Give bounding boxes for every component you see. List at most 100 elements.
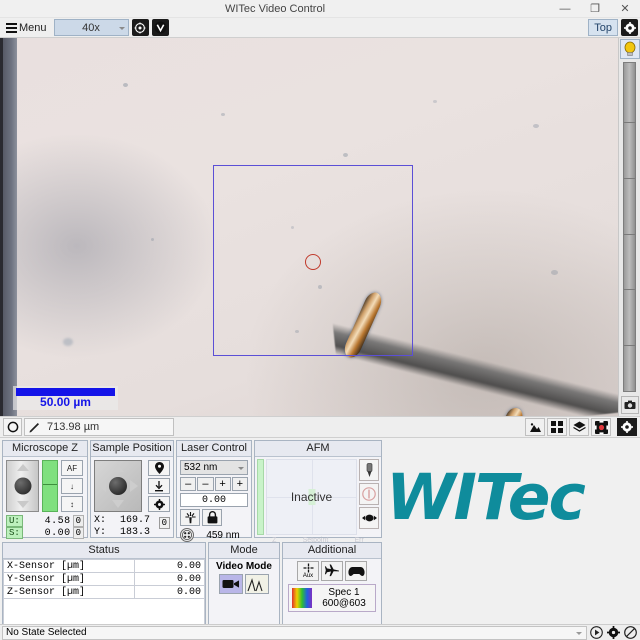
- menu-button[interactable]: Menu: [2, 19, 51, 36]
- close-button[interactable]: ✕: [610, 0, 640, 18]
- table-row: Z-Sensor [µm] 0.00: [3, 585, 205, 599]
- z-row-value[interactable]: 0.00: [25, 528, 71, 539]
- z-down-arrow-icon[interactable]: [16, 501, 29, 508]
- z-row-zero-button[interactable]: 0: [72, 527, 84, 539]
- camera-icon[interactable]: [620, 396, 639, 414]
- distance-value: 713.98 µm: [47, 421, 100, 433]
- top-view-button[interactable]: Top: [588, 19, 618, 36]
- maximize-button[interactable]: ❐: [580, 0, 610, 18]
- brightness-slider[interactable]: [623, 62, 636, 392]
- gear-icon[interactable]: [606, 626, 621, 640]
- status-empty-area: [3, 599, 205, 627]
- laser-increase-fine-button[interactable]: +: [214, 477, 231, 491]
- panel-title: Status: [3, 543, 205, 559]
- video-camera-icon[interactable]: [219, 574, 243, 594]
- spectrum-icon[interactable]: [245, 574, 269, 594]
- video-speck: [433, 100, 437, 103]
- xy-joystick-knob[interactable]: [109, 477, 127, 495]
- grid-icon[interactable]: [547, 418, 567, 436]
- play-icon[interactable]: [589, 626, 604, 640]
- video-area: 50.00 µm: [0, 38, 640, 416]
- move-button[interactable]: [359, 507, 379, 529]
- witec-logo: WITec: [386, 462, 586, 534]
- sample-button-group: [148, 460, 170, 512]
- scale-bar: 50.00 µm: [13, 386, 118, 410]
- afm-state-display[interactable]: Inactive: [266, 459, 357, 535]
- layers-icon[interactable]: [569, 418, 589, 436]
- distance-readout[interactable]: 713.98 µm: [24, 418, 174, 436]
- objective-selector[interactable]: 40x: [53, 19, 129, 36]
- xy-zero-button[interactable]: 0: [158, 517, 170, 529]
- xy-controls-row: [94, 460, 170, 512]
- minimize-button[interactable]: —: [550, 0, 580, 18]
- auto-focus-button[interactable]: AF: [61, 460, 83, 476]
- panel-status: Status X-Sensor [µm] 0.00 Y-Sensor [µm] …: [2, 542, 206, 627]
- z-joystick[interactable]: [6, 460, 39, 512]
- marker-button[interactable]: [148, 460, 170, 476]
- panel-body: 532 nm – – + + 0.00 459 nm: [177, 457, 251, 545]
- image-icon[interactable]: [525, 418, 545, 436]
- approach-button[interactable]: [148, 478, 170, 494]
- aux-label: Aux: [302, 573, 314, 579]
- xy-left-arrow-icon[interactable]: [98, 480, 106, 492]
- lamp-icon[interactable]: [619, 39, 640, 59]
- tip-button[interactable]: [359, 459, 379, 481]
- spot-icon[interactable]: [180, 528, 194, 542]
- z-row-value[interactable]: 4.58: [25, 516, 71, 527]
- spec-name: Spec 1: [328, 587, 360, 598]
- move-down-button[interactable]: ↓: [61, 478, 83, 494]
- spec-detail: 600@603: [322, 598, 366, 609]
- chevron-down-icon: [118, 26, 125, 30]
- status-value: 0.00: [134, 559, 205, 573]
- status-label: Y-Sensor [µm]: [3, 572, 135, 586]
- xy-joystick[interactable]: [94, 460, 142, 512]
- z-controls-row: AF ↓ ↕: [6, 460, 84, 512]
- state-selector[interactable]: No State Selected: [2, 625, 587, 640]
- lock-icon[interactable]: [202, 509, 222, 526]
- laser-increase-coarse-button[interactable]: +: [231, 477, 248, 491]
- bottom-status-bar: No State Selected: [0, 624, 640, 640]
- range-button[interactable]: ↕: [61, 496, 83, 512]
- microscope-video-feed[interactable]: 50.00 µm: [0, 38, 618, 416]
- z-up-arrow-icon[interactable]: [16, 464, 29, 471]
- circle-shape-icon[interactable]: [3, 418, 22, 436]
- laser-decrease-fine-button[interactable]: –: [197, 477, 214, 491]
- z-values: U: 4.58 0 S: 0.00 0: [6, 515, 84, 539]
- z-row-tag: S:: [6, 527, 23, 539]
- airplane-icon[interactable]: [321, 561, 343, 581]
- xy-up-arrow-icon[interactable]: [112, 464, 124, 472]
- z-row-tag: U:: [6, 515, 23, 527]
- video-v-icon[interactable]: [151, 19, 169, 36]
- gear-icon[interactable]: [621, 19, 638, 36]
- window-title: WITec Video Control: [224, 2, 326, 15]
- z-row-zero-button[interactable]: 0: [72, 515, 84, 527]
- video-speck: [533, 124, 539, 128]
- xy-right-arrow-icon[interactable]: [130, 480, 138, 492]
- laser-decrease-coarse-button[interactable]: –: [180, 477, 197, 491]
- spectrum-preset-button[interactable]: Spec 1 600@603: [288, 584, 376, 612]
- mode-icon-group: [209, 574, 279, 594]
- hamburger-icon: [6, 22, 17, 33]
- focus-target-icon[interactable]: [591, 418, 611, 436]
- target-icon[interactable]: [131, 19, 149, 36]
- status-label: Z-Sensor [µm]: [3, 585, 135, 599]
- z-joystick-knob[interactable]: [14, 477, 31, 495]
- afm-button-group: [359, 459, 379, 535]
- laser-spot-marker[interactable]: [305, 254, 321, 270]
- xy-down-arrow-icon[interactable]: [112, 500, 124, 508]
- video-speck: [123, 83, 128, 87]
- gamepad-icon[interactable]: [345, 561, 367, 581]
- laser-power-value[interactable]: 0.00: [180, 493, 248, 507]
- panel-title: Mode: [209, 543, 279, 559]
- no-entry-icon[interactable]: [623, 626, 638, 640]
- aux-icon[interactable]: Aux: [297, 561, 319, 581]
- afm-body: Inactive: [255, 457, 381, 537]
- settings-gear-icon[interactable]: [617, 418, 637, 436]
- status-table: X-Sensor [µm] 0.00 Y-Sensor [µm] 0.00 Z-…: [3, 559, 205, 599]
- feedback-button[interactable]: [359, 483, 379, 505]
- settings-button[interactable]: [148, 496, 170, 512]
- panel-title: Sample Position: [91, 441, 173, 457]
- laser-icon[interactable]: [180, 509, 200, 526]
- laser-wavelength-selector[interactable]: 532 nm: [180, 460, 248, 475]
- table-row: Y-Sensor [µm] 0.00: [3, 572, 205, 586]
